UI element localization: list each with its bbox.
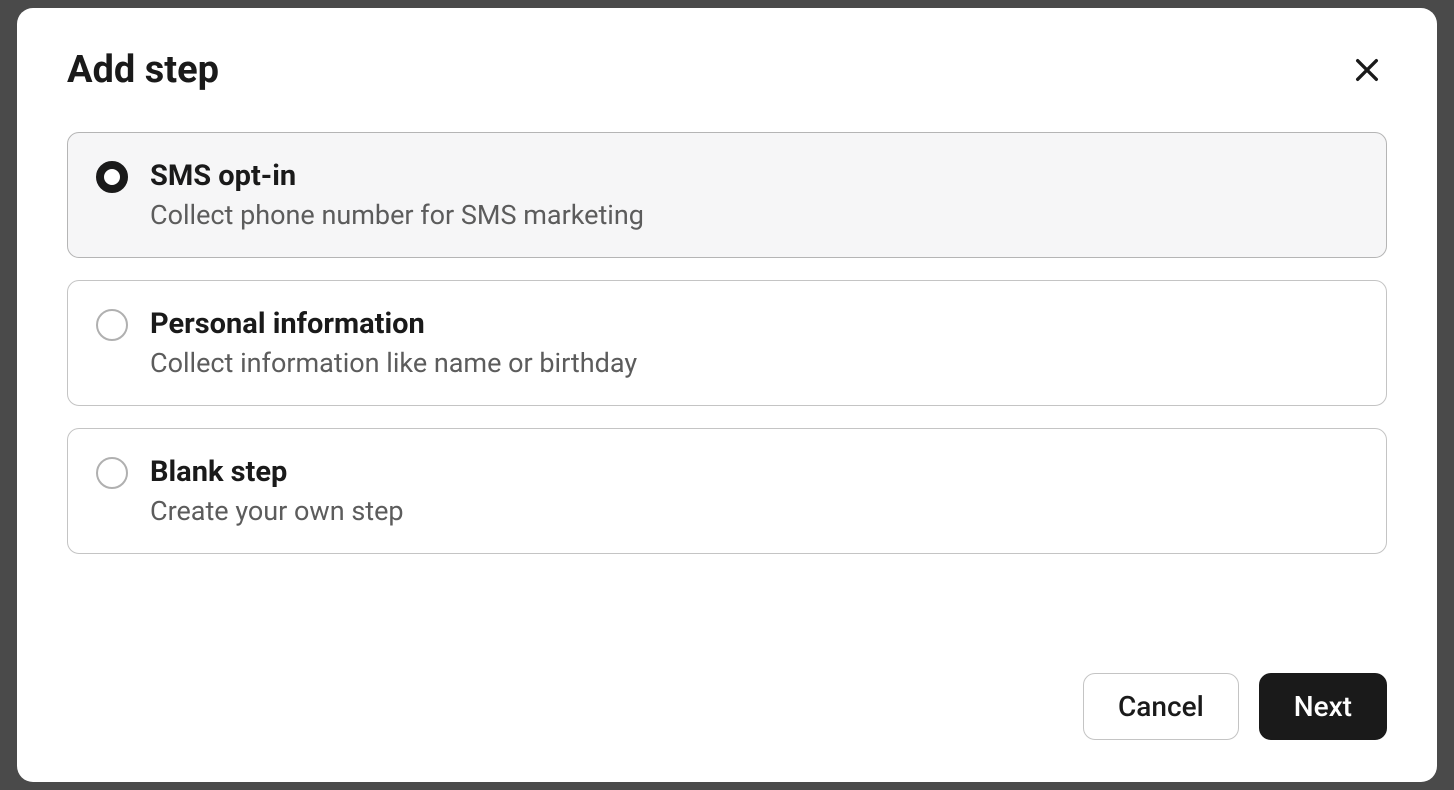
radio-selected[interactable]	[96, 161, 128, 193]
option-description: Collect information like name or birthda…	[150, 347, 637, 379]
cancel-button[interactable]: Cancel	[1083, 673, 1239, 740]
option-blank-step[interactable]: Blank step Create your own step	[67, 428, 1387, 554]
radio-unselected[interactable]	[96, 457, 128, 489]
option-content: SMS opt-in Collect phone number for SMS …	[150, 159, 644, 231]
next-button[interactable]: Next	[1259, 673, 1387, 740]
add-step-modal: Add step SMS opt-in Collect phone number…	[17, 8, 1437, 782]
option-title: Blank step	[150, 455, 404, 489]
option-sms-opt-in[interactable]: SMS opt-in Collect phone number for SMS …	[67, 132, 1387, 258]
option-title: SMS opt-in	[150, 159, 644, 193]
radio-unselected[interactable]	[96, 309, 128, 341]
options-list: SMS opt-in Collect phone number for SMS …	[67, 132, 1387, 633]
modal-header: Add step	[67, 48, 1387, 92]
close-icon	[1351, 54, 1383, 86]
option-personal-information[interactable]: Personal information Collect information…	[67, 280, 1387, 406]
close-button[interactable]	[1347, 50, 1387, 90]
option-description: Create your own step	[150, 495, 404, 527]
option-content: Personal information Collect information…	[150, 307, 637, 379]
modal-title: Add step	[67, 48, 219, 92]
option-title: Personal information	[150, 307, 637, 341]
option-content: Blank step Create your own step	[150, 455, 404, 527]
option-description: Collect phone number for SMS marketing	[150, 199, 644, 231]
modal-footer: Cancel Next	[67, 673, 1387, 740]
